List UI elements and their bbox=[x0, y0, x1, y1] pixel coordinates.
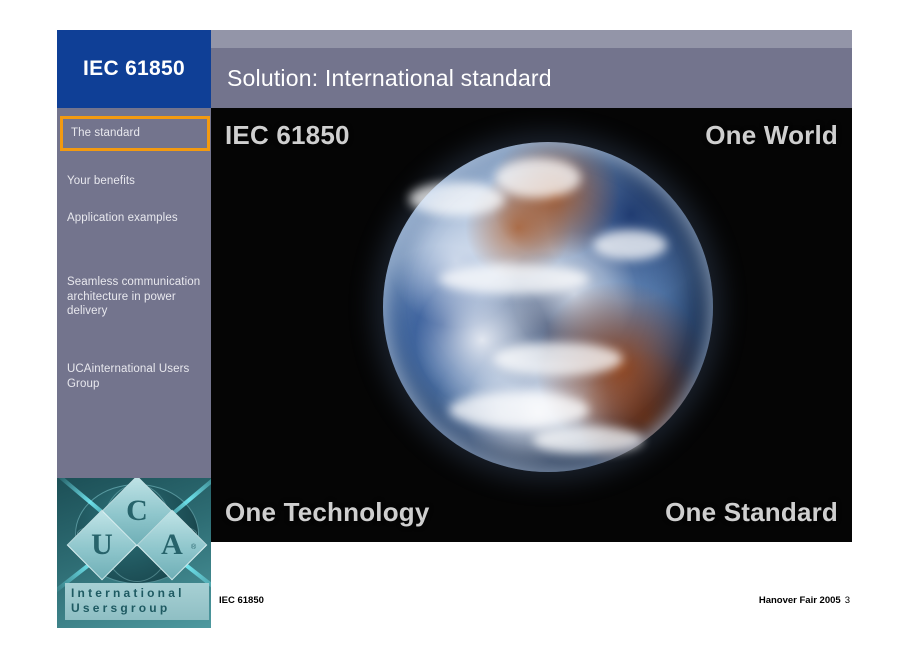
footer-event-label: Hanover Fair 2005 bbox=[758, 595, 841, 606]
registered-trademark-icon: ® bbox=[191, 544, 197, 551]
sidebar-item-the-standard[interactable]: The standard bbox=[60, 116, 210, 151]
brand-block: IEC 61850 bbox=[57, 30, 211, 108]
sidebar-item-label: UCAinternational Users Group bbox=[67, 363, 190, 390]
footer-document-title: IEC 61850 bbox=[219, 595, 264, 606]
sidebar-item-label: Your benefits bbox=[67, 175, 136, 187]
overlay-text-bottom-left: One Technology bbox=[225, 497, 430, 527]
sidebar-item-application-examples[interactable]: Application examples bbox=[67, 211, 203, 226]
header-accent-strip bbox=[211, 30, 852, 48]
overlay-text-top-right: One World bbox=[705, 120, 838, 150]
slide-image-panel: IEC 61850 One World One Technology One S… bbox=[211, 108, 852, 542]
logo-wordmark: International Usersgroup bbox=[65, 583, 209, 620]
sidebar-item-your-benefits[interactable]: Your benefits bbox=[67, 174, 203, 189]
brand-label: IEC 61850 bbox=[83, 57, 185, 80]
sidebar-item-label: Seamless communication architecture in p… bbox=[67, 276, 201, 317]
sidebar-item-uca-international-users-group[interactable]: UCAinternational Users Group bbox=[67, 362, 203, 391]
overlay-text-top-left: IEC 61850 bbox=[225, 120, 350, 150]
sidebar-item-label: Application examples bbox=[67, 212, 178, 224]
atmosphere-rim bbox=[383, 142, 713, 472]
sidebar-navigation: The standard Your benefits Application e… bbox=[57, 108, 211, 478]
sidebar-item-label: The standard bbox=[71, 127, 140, 139]
page-title: Solution: International standard bbox=[227, 64, 552, 91]
footer-event-and-page: Hanover Fair 2005 3 bbox=[759, 595, 850, 606]
overlay-text-bottom-right: One Standard bbox=[665, 497, 838, 527]
slide-header-bar: Solution: International standard bbox=[211, 48, 852, 108]
footer-page-number: 3 bbox=[844, 595, 850, 606]
presentation-slide: IEC 61850 Solution: International standa… bbox=[57, 30, 852, 628]
logo-wordmark-line-2: Usersgroup bbox=[71, 601, 171, 615]
slide-footer: IEC 61850 Hanover Fair 2005 3 bbox=[211, 542, 852, 628]
uca-international-usersgroup-logo: U C A ® International Usersgroup bbox=[57, 478, 217, 628]
logo-letter-a: A bbox=[161, 528, 183, 561]
logo-wordmark-line-1: International bbox=[71, 586, 185, 600]
earth-from-space-photo bbox=[383, 142, 713, 472]
sidebar-item-seamless-communication[interactable]: Seamless communication architecture in p… bbox=[67, 275, 203, 319]
